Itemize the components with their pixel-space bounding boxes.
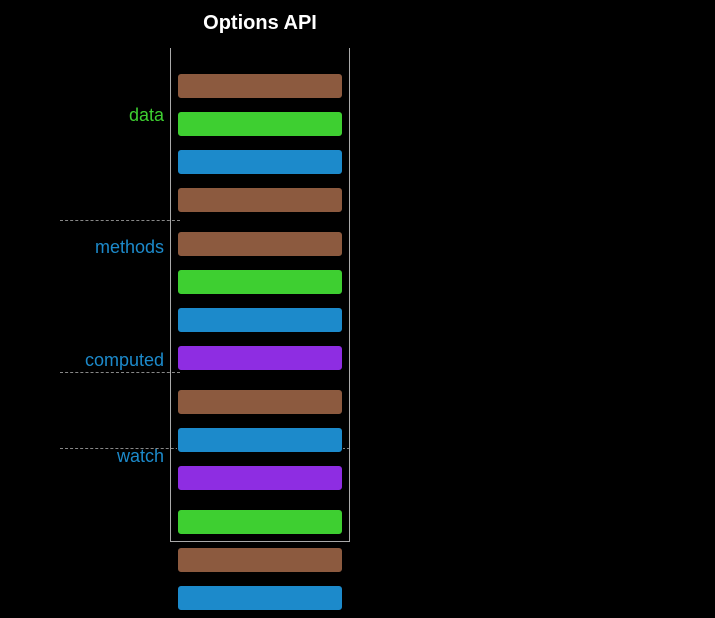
options-box bbox=[170, 48, 350, 542]
bar-brown bbox=[177, 547, 343, 573]
divider bbox=[60, 220, 180, 221]
bar-row bbox=[177, 144, 343, 182]
bar-row bbox=[177, 264, 343, 302]
bar-green bbox=[177, 509, 343, 535]
bar-brown bbox=[177, 187, 343, 213]
bar-brown bbox=[177, 231, 343, 257]
diagram-title: Options API bbox=[170, 12, 350, 35]
bar-green bbox=[177, 269, 343, 295]
bar-row bbox=[177, 226, 343, 264]
section-label-computed: computed bbox=[85, 350, 164, 371]
bar-row bbox=[177, 340, 343, 378]
bar-row bbox=[177, 106, 343, 144]
bar-blue bbox=[177, 149, 343, 175]
bar-row bbox=[177, 182, 343, 220]
bar-row bbox=[177, 542, 343, 580]
bar-purple bbox=[177, 465, 343, 491]
section-label-data: data bbox=[129, 105, 164, 126]
bar-row bbox=[177, 422, 343, 460]
bar-blue bbox=[177, 307, 343, 333]
bar-brown bbox=[177, 389, 343, 415]
bar-row bbox=[177, 302, 343, 340]
bar-purple bbox=[177, 345, 343, 371]
bar-brown bbox=[177, 73, 343, 99]
bar-row bbox=[177, 68, 343, 106]
bar-green bbox=[177, 111, 343, 137]
bar-row bbox=[177, 460, 343, 498]
bar-row bbox=[177, 504, 343, 542]
section-label-methods: methods bbox=[95, 237, 164, 258]
section-label-watch: watch bbox=[117, 446, 164, 467]
bar-row bbox=[177, 580, 343, 618]
bar-blue bbox=[177, 427, 343, 453]
diagram-container: Options API data methods computed watch bbox=[60, 12, 360, 41]
bar-row bbox=[177, 384, 343, 422]
divider bbox=[60, 372, 180, 373]
bar-blue bbox=[177, 585, 343, 611]
